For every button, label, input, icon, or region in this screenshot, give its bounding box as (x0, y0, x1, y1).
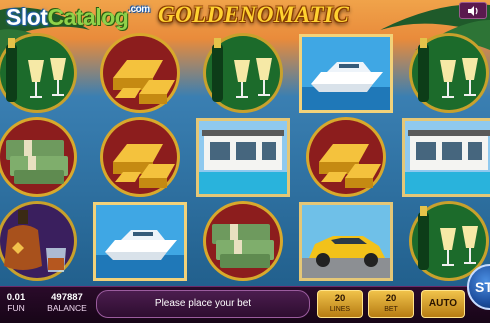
auto-button[interactable]: AUTO (421, 290, 465, 318)
lines-button[interactable]: 20 LINES (317, 290, 363, 318)
reel-2-row-2-gold-symbol (91, 116, 189, 199)
reel-1-row-2-money-symbol (0, 116, 86, 199)
reels-grid (0, 32, 490, 283)
game-scene: SlotCatalog.com GOLDENOMATIC 0.01 FUN 49… (0, 0, 490, 323)
reel-1-row-1-champagne-symbol (0, 32, 86, 115)
watermark-text-slot: Slot (6, 4, 48, 30)
game-title-logo: GOLDENOMATIC (158, 2, 350, 27)
watermark-text-com: .com (128, 4, 150, 15)
reel-4-row-1-yacht-symbol (297, 32, 395, 115)
balance-label: BALANCE (47, 303, 87, 313)
reel-3-row-2-villa-symbol (194, 116, 292, 199)
sound-button[interactable] (459, 2, 487, 19)
reel-2-row-3-yacht-symbol (91, 200, 189, 283)
lines-value: 20 (334, 293, 346, 304)
balance-display: 497887 BALANCE (42, 292, 92, 318)
bet-label: BET (384, 306, 398, 313)
reel-5-row-2-villa-symbol (400, 116, 490, 199)
reel-5-row-1-champagne-symbol (400, 32, 490, 115)
bet-button[interactable]: 20 BET (368, 290, 414, 318)
coin-value: 0.01 (6, 292, 26, 303)
status-message: Please place your bet (96, 290, 310, 318)
reel-3-row-1-champagne-symbol (194, 32, 292, 115)
reel-2-row-1-gold-symbol (91, 32, 189, 115)
speaker-icon (468, 5, 478, 16)
reel-4-row-2-gold-symbol (297, 116, 395, 199)
watermark-text-catalog: Catalog (47, 4, 129, 30)
reel-3-row-3-money-symbol (194, 200, 292, 283)
lines-label: LINES (329, 306, 351, 313)
reel-4-row-3-car-symbol (297, 200, 395, 283)
coin-label: FUN (7, 303, 25, 313)
reel-1-row-3-cognac-symbol (0, 200, 86, 283)
balance-value: 497887 (51, 292, 83, 303)
bet-value: 20 (385, 293, 397, 304)
coin-value-display[interactable]: 0.01 FUN (2, 292, 30, 318)
